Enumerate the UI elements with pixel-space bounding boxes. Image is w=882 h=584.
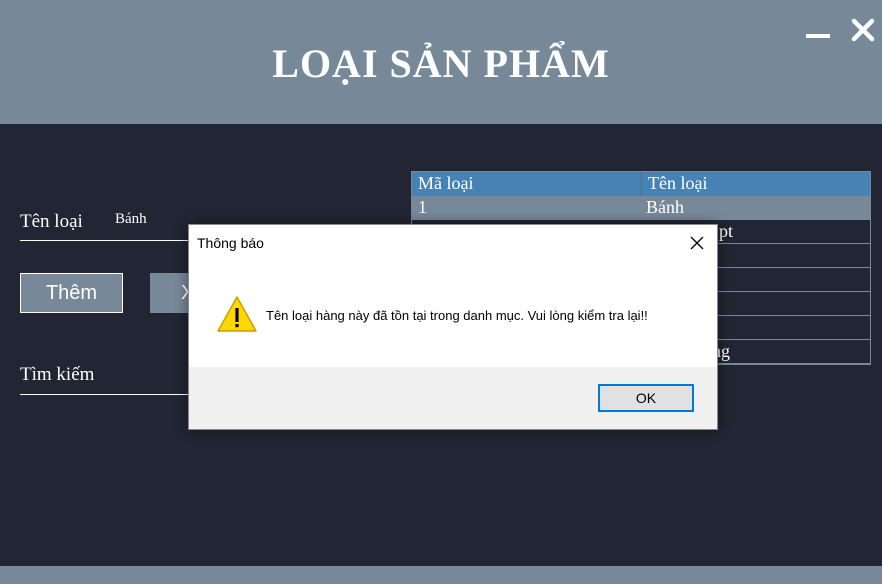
table-row[interactable]: 1 Bánh [412,196,870,220]
title-bar: LOẠI SẢN PHẨM [0,0,882,124]
second-action-button[interactable]: X [150,273,194,313]
tim-kiem-label: Tìm kiếm [20,364,95,385]
ten-loai-underline [20,240,190,241]
ten-loai-input[interactable]: Bánh [115,211,147,228]
message-dialog: Thông báo Tên loại hàng này đã tồn tại t… [188,224,718,430]
column-separator [641,172,642,196]
dialog-footer: OK [189,367,717,429]
page-title: LOẠI SẢN PHẨM [272,41,610,86]
dialog-message: Tên loại hàng này đã tồn tại trong danh … [266,308,648,323]
footer-bar [0,566,882,584]
dialog-title: Thông báo [197,235,264,251]
grid-header-ma-loai[interactable]: Mã loại [418,173,474,194]
close-icon[interactable] [687,233,707,253]
grid-header-ten-loai[interactable]: Tên loại [648,173,707,194]
cell-ten-loai: pt [719,221,734,241]
ok-button[interactable]: OK [598,384,694,412]
ten-loai-label: Tên loại [20,211,83,232]
cell-ten-loai: Bánh [646,197,684,217]
grid-header: Mã loại Tên loại [412,172,870,196]
minimize-icon[interactable] [806,34,830,38]
close-icon[interactable] [850,16,876,44]
tim-kiem-underline[interactable] [20,394,190,395]
them-button[interactable]: Thêm [20,273,123,313]
warning-icon [215,293,259,337]
cell-ma-loai: 1 [418,197,427,217]
